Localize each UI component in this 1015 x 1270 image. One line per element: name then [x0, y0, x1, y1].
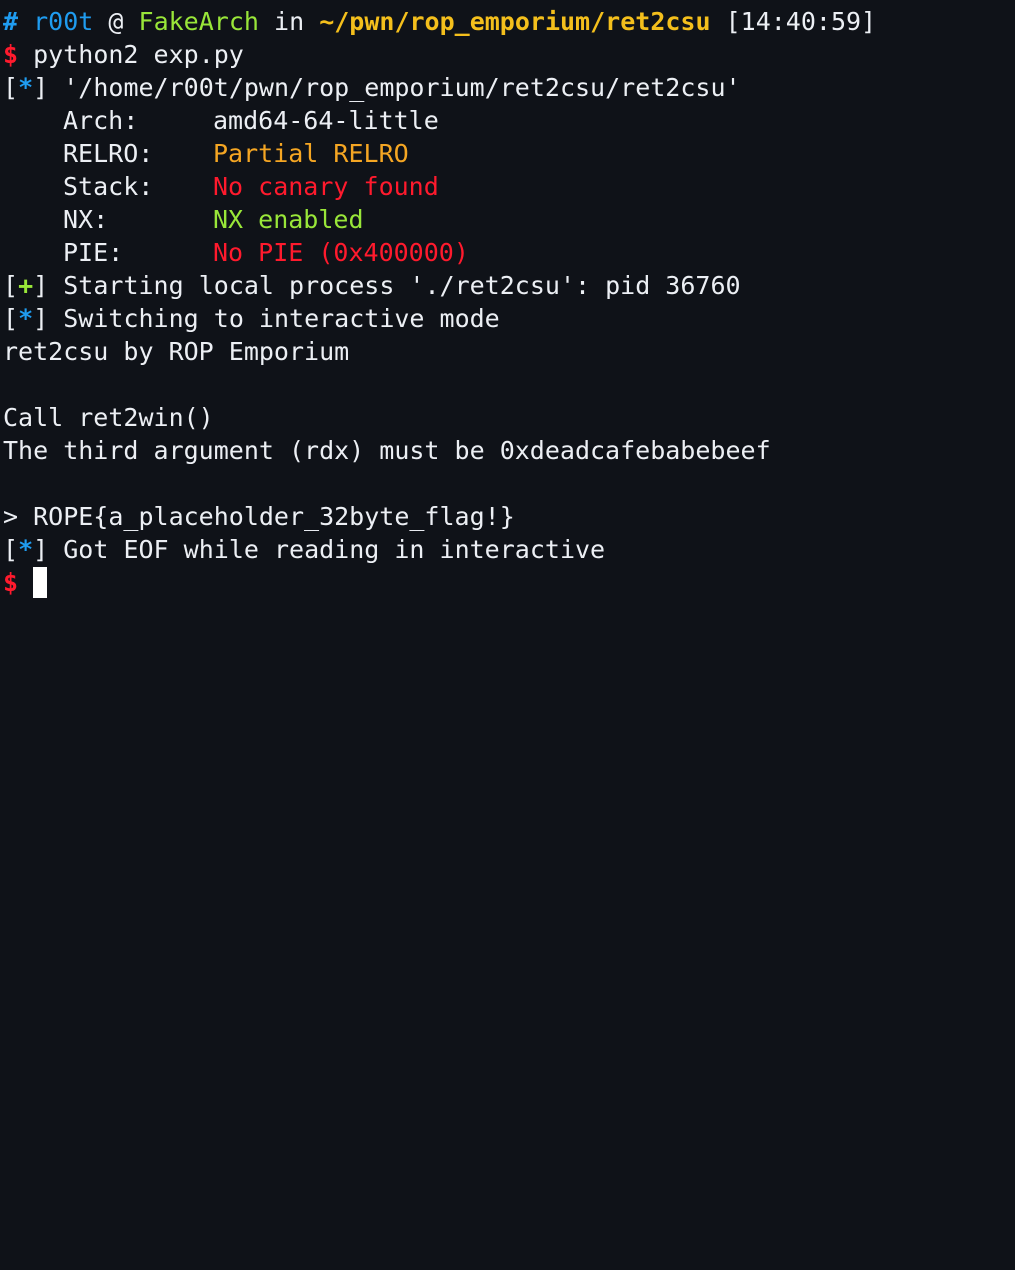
log-text: Switching to interactive mode	[63, 304, 500, 333]
bracket-close: ]	[33, 73, 49, 102]
bracket-close: ]	[33, 271, 49, 300]
log-switching: [*] Switching to interactive mode	[3, 302, 500, 335]
checksec-key: NX:	[63, 205, 109, 234]
prompt-in: in	[274, 7, 305, 36]
input-prompt-line[interactable]: $	[3, 566, 48, 599]
command-text: python2 exp.py	[33, 40, 244, 69]
text-cursor[interactable]	[33, 567, 48, 598]
bracket-open: [	[3, 535, 19, 564]
prompt-user: r00t	[33, 7, 94, 36]
prompt-path: ~/pwn/rop_emporium/ret2csu	[319, 7, 711, 36]
binary-path: '/home/r00t/pwn/rop_emporium/ret2csu/ret…	[63, 73, 741, 102]
success-marker: +	[18, 271, 34, 300]
info-marker: *	[18, 73, 34, 102]
prompt-hash: #	[3, 7, 19, 36]
prompt-dollar: $	[3, 40, 19, 69]
checksec-path-line: [*] '/home/r00t/pwn/rop_emporium/ret2csu…	[3, 71, 741, 104]
checksec-row-stack: Stack: No canary found	[63, 170, 439, 203]
prompt-header: # r00t @ FakeArch in ~/pwn/rop_emporium/…	[3, 5, 876, 38]
prompt-time: [14:40:59]	[725, 7, 877, 36]
bracket-open: [	[3, 271, 19, 300]
command-line: $ python2 exp.py	[3, 38, 244, 71]
checksec-value: NX enabled	[213, 205, 364, 234]
info-marker: *	[18, 535, 34, 564]
flag-line: > ROPE{a_placeholder_32byte_flag!}	[3, 502, 515, 531]
prompt-dollar: $	[3, 568, 19, 597]
program-banner: ret2csu by ROP Emporium	[3, 337, 350, 366]
checksec-row-pie: PIE: No PIE (0x400000)	[63, 236, 469, 269]
bracket-open: [	[3, 304, 19, 333]
bracket-close: ]	[33, 304, 49, 333]
log-text: Starting local process './ret2csu': pid …	[63, 271, 741, 300]
checksec-value: No PIE (0x400000)	[213, 238, 469, 267]
checksec-row-nx: NX: NX enabled	[63, 203, 364, 236]
checksec-key: PIE:	[63, 238, 124, 267]
checksec-row-relro: RELRO: Partial RELRO	[63, 137, 409, 170]
program-hint-line: The third argument (rdx) must be 0xdeadc…	[3, 436, 771, 465]
program-call-line: Call ret2win()	[3, 403, 214, 432]
checksec-key: Arch:	[63, 106, 139, 135]
bracket-open: [	[3, 73, 19, 102]
checksec-value: No canary found	[213, 172, 439, 201]
checksec-value: Partial RELRO	[213, 139, 409, 168]
log-starting: [+] Starting local process './ret2csu': …	[3, 269, 741, 302]
info-marker: *	[18, 304, 34, 333]
checksec-key: Stack:	[63, 172, 154, 201]
terminal-window[interactable]: # r00t @ FakeArch in ~/pwn/rop_emporium/…	[0, 0, 1015, 635]
prompt-host: FakeArch	[138, 7, 259, 36]
checksec-row-arch: Arch: amd64-64-little	[63, 104, 439, 137]
log-text: Got EOF while reading in interactive	[63, 535, 606, 564]
bracket-close: ]	[33, 535, 49, 564]
prompt-at: @	[108, 7, 124, 36]
checksec-value: amd64-64-little	[213, 106, 439, 135]
checksec-key: RELRO:	[63, 139, 154, 168]
log-eof: [*] Got EOF while reading in interactive	[3, 533, 605, 566]
